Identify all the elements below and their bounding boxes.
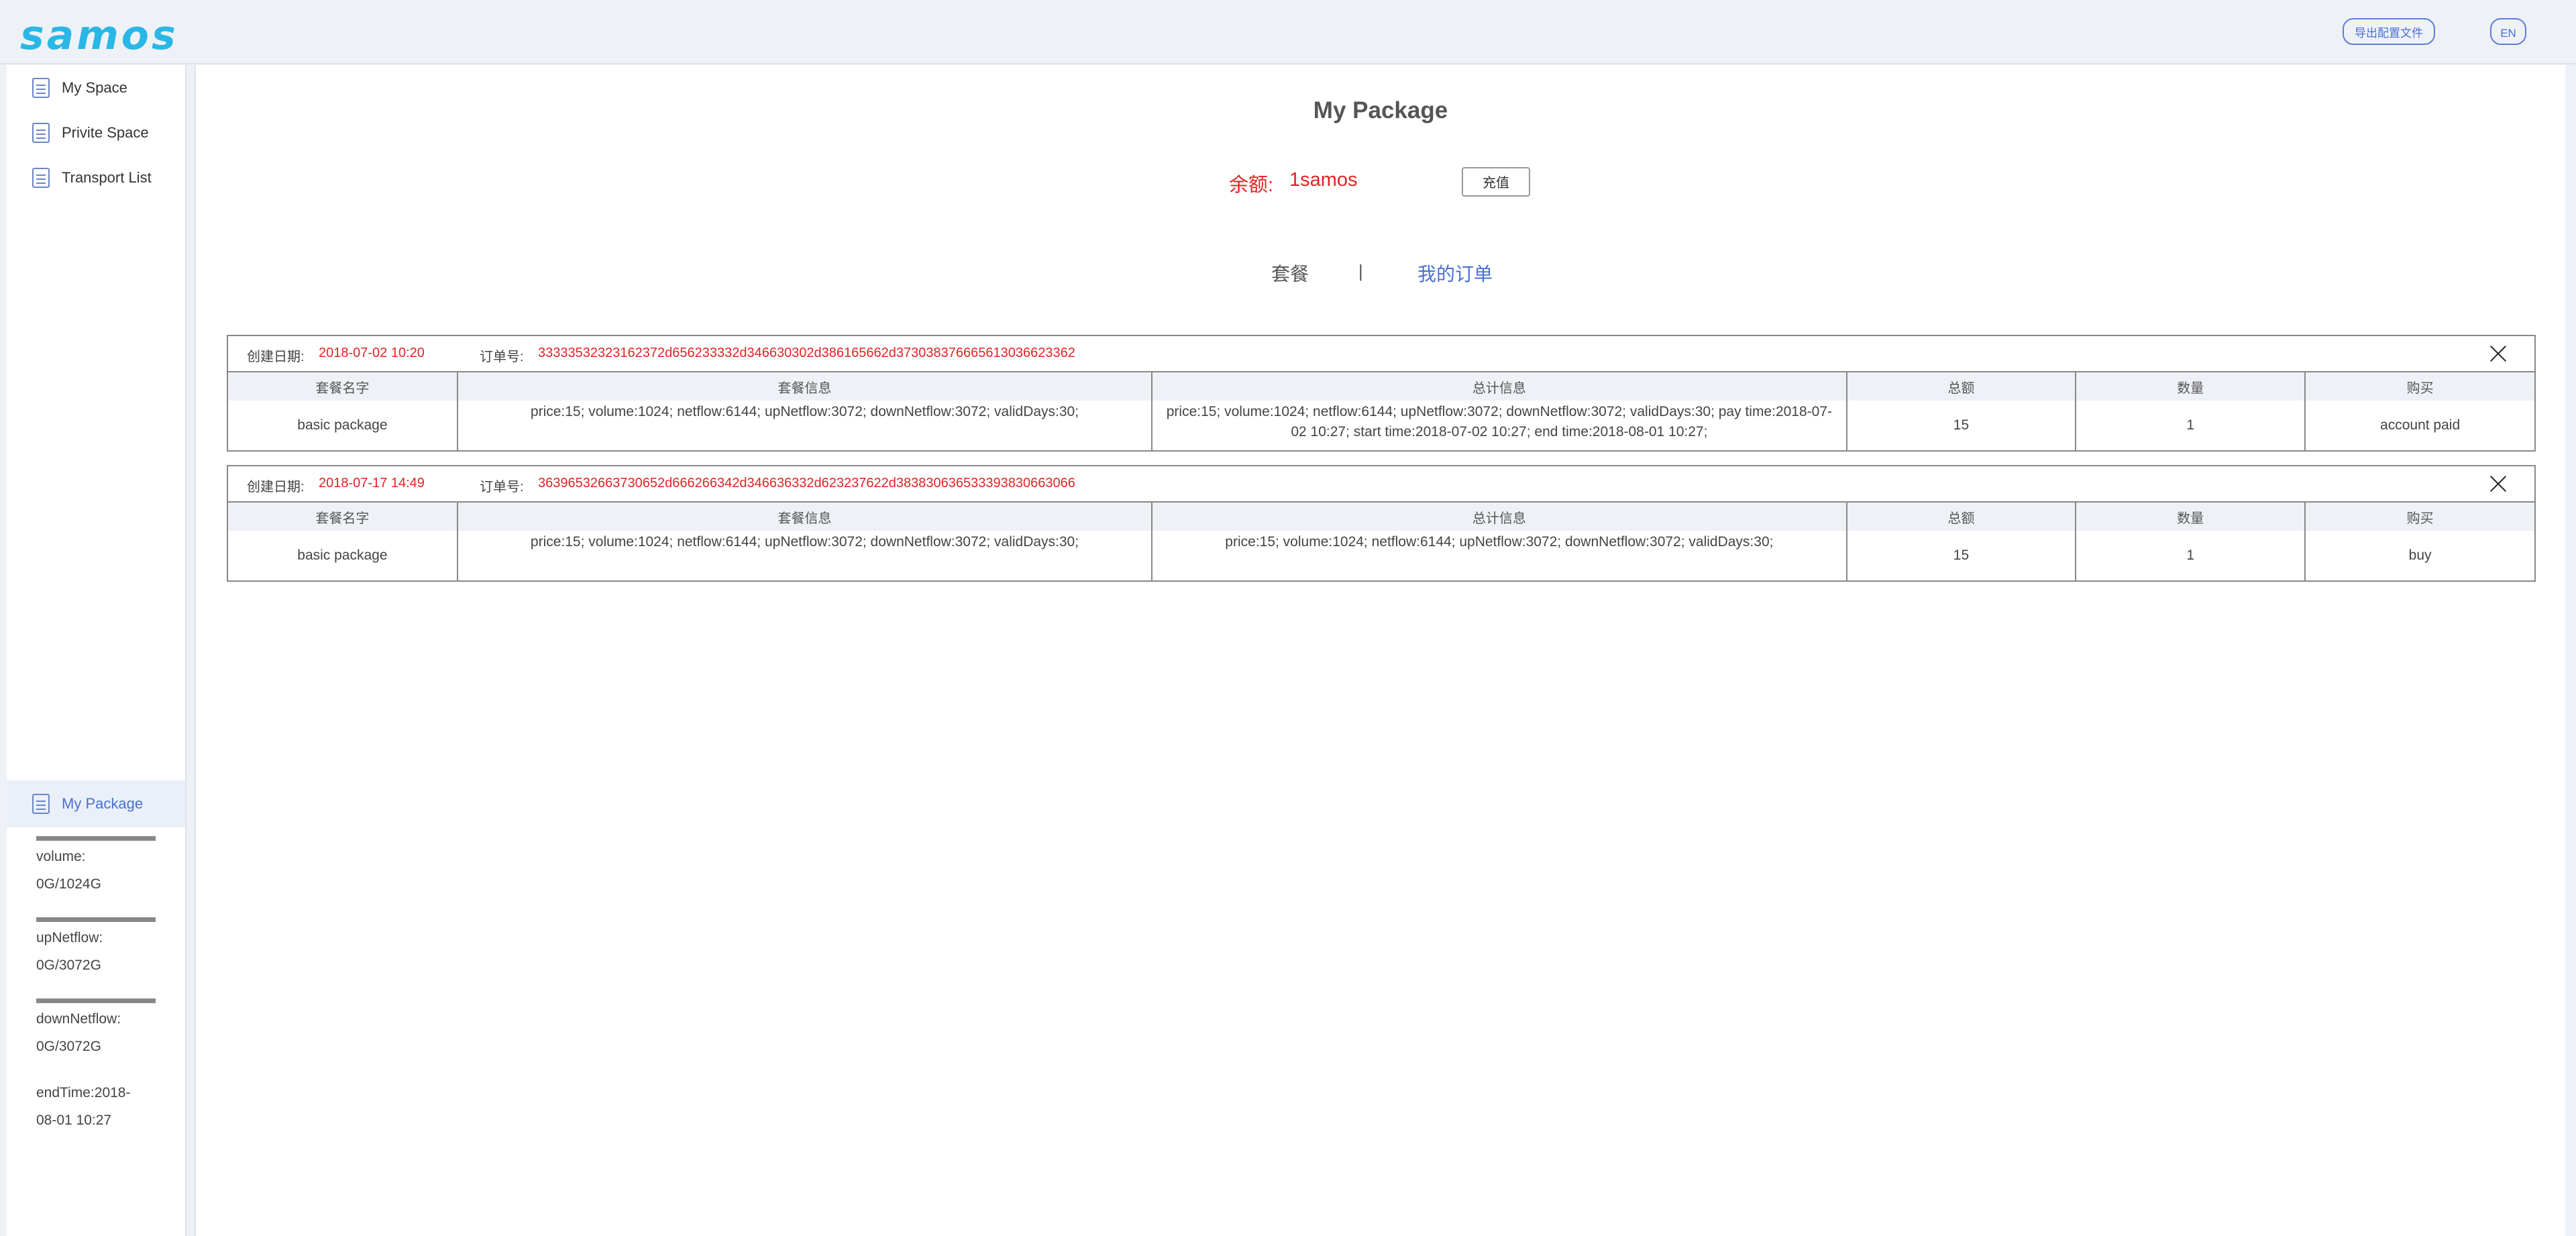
column-header: 总额 xyxy=(1846,503,2077,531)
table-row: basic package price:15; volume:1024; net… xyxy=(228,401,2534,450)
top-header: samos 导出配置文件 EN xyxy=(0,0,2576,64)
sidebar-item-my-package[interactable]: My Package xyxy=(7,780,185,827)
endtime-line-2: 08-01 10:27 xyxy=(36,1113,112,1128)
page-title: My Package xyxy=(1313,97,1448,123)
order-number-label: 订单号: xyxy=(480,480,524,495)
order-number: 36396532663730652d666266342d346636332d62… xyxy=(538,476,1075,491)
order-date: 2018-07-02 10:20 xyxy=(319,346,425,360)
document-icon xyxy=(32,794,50,814)
order-card: 创建日期: 2018-07-02 10:20 订单号: 333335323231… xyxy=(227,335,2536,452)
endtime-line-1: endTime:2018- xyxy=(36,1085,131,1100)
document-icon xyxy=(32,123,50,143)
package-info-cell: price:15; volume:1024; netflow:6144; upN… xyxy=(457,401,1153,450)
amount-cell: 15 xyxy=(1846,401,2077,450)
upnetflow-value: 0G/3072G xyxy=(36,958,101,973)
quantity-cell: 1 xyxy=(2076,531,2306,580)
language-toggle-button[interactable]: EN xyxy=(2490,18,2526,45)
order-header: 创建日期: 2018-07-02 10:20 订单号: 333335323231… xyxy=(228,336,2534,372)
main-panel: My Package 余额: 1samos 充值 套餐 | 我的订单 创建日期:… xyxy=(195,65,2565,1236)
total-info-cell: price:15; volume:1024; netflow:6144; upN… xyxy=(1152,531,1847,580)
order-table: 套餐名字 套餐信息 总计信息 总额 数量 购买 basic package pr… xyxy=(228,503,2534,580)
sidebar-item-my-space[interactable]: My Space xyxy=(7,65,185,111)
column-header: 套餐信息 xyxy=(457,372,1153,401)
order-number-label: 订单号: xyxy=(480,350,524,364)
column-header: 数量 xyxy=(2076,503,2306,531)
package-name-cell: basic package xyxy=(228,401,458,450)
recharge-button[interactable]: 充值 xyxy=(1462,167,1530,197)
downnetflow-usage-bar xyxy=(36,998,156,1003)
downnetflow-value: 0G/3072G xyxy=(36,1039,101,1054)
sidebar-item-transport-list[interactable]: Transport List xyxy=(7,155,185,201)
column-header: 购买 xyxy=(2305,372,2534,401)
order-date-label: 创建日期: xyxy=(247,480,305,495)
sidebar-item-label: Privite Space xyxy=(62,124,149,141)
package-info-cell: price:15; volume:1024; netflow:6144; upN… xyxy=(457,531,1153,580)
column-header: 总计信息 xyxy=(1152,372,1847,401)
amount-cell: 15 xyxy=(1846,531,2077,580)
balance-value: 1samos xyxy=(1289,169,1358,191)
samos-logo[interactable]: samos xyxy=(20,12,178,59)
sidebar-item-label: My Package xyxy=(62,795,144,812)
column-header: 套餐名字 xyxy=(228,503,458,531)
close-icon[interactable] xyxy=(2489,474,2508,493)
quantity-cell: 1 xyxy=(2076,401,2306,450)
column-header: 套餐信息 xyxy=(457,503,1153,531)
document-icon xyxy=(32,168,50,188)
package-name-cell: basic package xyxy=(228,531,458,580)
document-icon xyxy=(32,78,50,98)
sidebar-item-private-space[interactable]: Privite Space xyxy=(7,110,185,156)
table-header-row: 套餐名字 套餐信息 总计信息 总额 数量 购买 xyxy=(228,503,2534,531)
column-header: 套餐名字 xyxy=(228,372,458,401)
column-header: 总计信息 xyxy=(1152,503,1847,531)
sidebar-item-label: Transport List xyxy=(62,169,152,186)
volume-label: volume: xyxy=(36,849,86,864)
order-number: 33333532323162372d656233332d346630302d38… xyxy=(538,346,1075,360)
total-info-cell: price:15; volume:1024; netflow:6144; upN… xyxy=(1152,401,1847,450)
balance-label: 余额: xyxy=(1229,174,1274,196)
order-header: 创建日期: 2018-07-17 14:49 订单号: 363965326637… xyxy=(228,466,2534,503)
order-date: 2018-07-17 14:49 xyxy=(319,476,425,491)
tab-separator: | xyxy=(1358,261,1363,281)
downnetflow-label: downNetflow: xyxy=(36,1011,121,1027)
export-config-button[interactable]: 导出配置文件 xyxy=(2343,18,2435,45)
column-header: 总额 xyxy=(1846,372,2077,401)
volume-value: 0G/1024G xyxy=(36,876,101,892)
sidebar-item-label: My Space xyxy=(62,79,127,96)
tab-my-orders[interactable]: 我的订单 xyxy=(1417,260,1493,287)
order-card: 创建日期: 2018-07-17 14:49 订单号: 363965326637… xyxy=(227,465,2536,582)
column-header: 数量 xyxy=(2076,372,2306,401)
upnetflow-usage-bar xyxy=(36,917,156,922)
volume-usage-bar xyxy=(36,836,156,841)
order-table: 套餐名字 套餐信息 总计信息 总额 数量 购买 basic package pr… xyxy=(228,372,2534,450)
upnetflow-label: upNetflow: xyxy=(36,930,103,945)
table-row: basic package price:15; volume:1024; net… xyxy=(228,531,2534,580)
order-date-label: 创建日期: xyxy=(247,350,305,364)
column-header: 购买 xyxy=(2305,503,2534,531)
payment-status-cell: account paid xyxy=(2380,417,2461,433)
sidebar: My Space Privite Space Transport List My… xyxy=(7,65,186,1236)
buy-link[interactable]: buy xyxy=(2305,531,2534,580)
tab-package[interactable]: 套餐 xyxy=(1271,260,1309,287)
table-header-row: 套餐名字 套餐信息 总计信息 总额 数量 购买 xyxy=(228,372,2534,401)
close-icon[interactable] xyxy=(2489,344,2508,363)
